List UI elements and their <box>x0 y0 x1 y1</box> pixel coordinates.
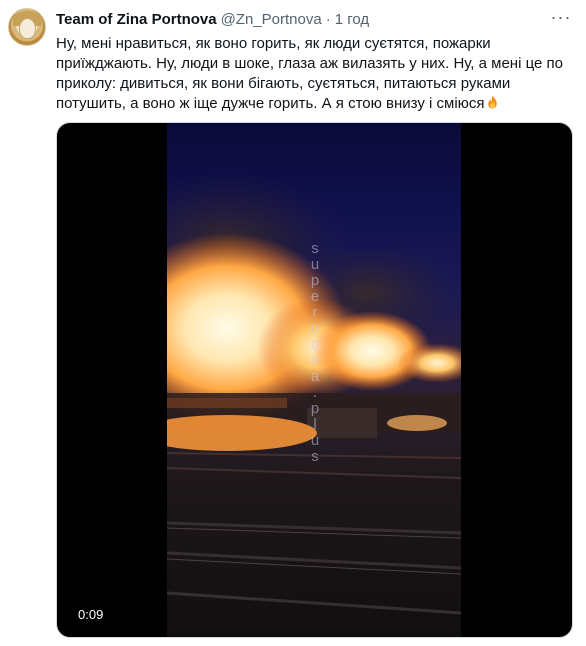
tweet-timestamp[interactable]: 1 год <box>335 11 369 28</box>
watermark-letter: s <box>311 240 319 257</box>
avatar-face <box>19 18 36 39</box>
watermark-letter: u <box>310 432 320 449</box>
watermark-letter: o <box>310 336 320 353</box>
tweet-header: Team of Zina Portnova @Zn_Portnova · 1 г… <box>56 9 369 29</box>
watermark-letter: l <box>313 416 317 433</box>
watermark-letter: u <box>310 256 320 273</box>
avatar[interactable] <box>8 8 46 46</box>
watermark-letter: v <box>311 352 319 369</box>
video-duration-badge: 0:09 <box>72 606 110 624</box>
author-handle[interactable]: @Zn_Portnova <box>221 11 322 28</box>
video-watermark: s u p e r n o v a . p l u s <box>305 241 325 465</box>
watermark-letter: e <box>310 288 320 305</box>
watermark-letter: p <box>310 400 320 417</box>
separator-dot: · <box>325 10 331 28</box>
video-frame: s u p e r n o v a . p l u s <box>167 123 461 637</box>
watermark-letter: n <box>310 320 320 337</box>
watermark-letter: s <box>311 448 319 465</box>
watermark-letter: r <box>312 304 318 321</box>
more-options-icon[interactable]: ··· <box>548 6 574 28</box>
video-player[interactable]: s u p e r n o v a . p l u s 0:09 <box>56 122 573 638</box>
tweet-card[interactable]: Team of Zina Portnova @Zn_Portnova · 1 г… <box>0 0 586 646</box>
fire-emoji-icon <box>487 95 497 109</box>
burning-ground <box>387 415 447 431</box>
watermark-letter: a <box>310 368 320 385</box>
author-name[interactable]: Team of Zina Portnova <box>56 11 217 28</box>
watermark-letter: p <box>310 272 320 289</box>
watermark-letter: . <box>312 384 318 401</box>
rail-car-roof <box>167 398 287 408</box>
tweet-text: Ну, мені нравиться, як воно горить, як л… <box>56 34 576 114</box>
